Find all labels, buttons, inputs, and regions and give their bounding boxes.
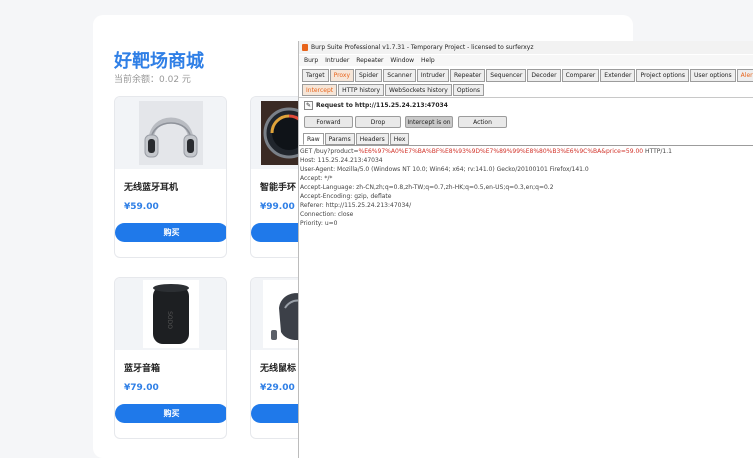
tab-extender[interactable]: Extender <box>600 69 636 82</box>
product-card: 无线蓝牙耳机 ¥59.00 购买 <box>114 96 227 258</box>
menu-window[interactable]: Window <box>390 55 414 66</box>
main-tabs: Target Proxy Spider Scanner Intruder Repeater… <box>302 69 753 82</box>
balance-text: 当前余额：0.02 元 <box>114 75 191 85</box>
proxy-subtabs: Intercept HTTP history WebSockets history O… <box>302 84 485 96</box>
request-target-label: Request to http://115.25.24.213:47034 <box>316 102 448 109</box>
menu-bar: Burp Intruder Repeater Window Help <box>299 55 753 66</box>
tab-user-options[interactable]: User options <box>689 69 736 82</box>
tab-proxy[interactable]: Proxy <box>329 69 354 82</box>
request-editor[interactable]: GET /buy?product=%E6%97%A0%E7%BA%BF%E8%9… <box>299 145 753 458</box>
tab-spider[interactable]: Spider <box>355 69 383 82</box>
tab-comparer[interactable]: Comparer <box>561 69 600 82</box>
tab-scanner[interactable]: Scanner <box>383 69 416 82</box>
burp-titlebar: Burp Suite Professional v1.7.31 - Tempor… <box>299 41 753 54</box>
headphones-image <box>115 97 226 169</box>
divider <box>299 97 753 98</box>
tab-headers[interactable]: Headers <box>355 133 389 145</box>
drop-button[interactable]: Drop <box>355 116 401 128</box>
burp-window: Burp Suite Professional v1.7.31 - Tempor… <box>298 41 753 458</box>
tab-intruder[interactable]: Intruder <box>416 69 449 82</box>
tab-project-options[interactable]: Project options <box>636 69 689 82</box>
tab-sequencer[interactable]: Sequencer <box>486 69 527 82</box>
menu-burp[interactable]: Burp <box>304 55 318 66</box>
forward-button[interactable]: Forward <box>304 116 353 128</box>
product-price: ¥59.00 <box>124 202 159 212</box>
buy-button[interactable]: 购买 <box>115 404 226 423</box>
product-name: 无线蓝牙耳机 <box>124 183 179 193</box>
product-name: 智能手环 <box>260 183 297 193</box>
header-line: Host: 115.25.24.213:47034 <box>300 157 383 164</box>
tab-alerts[interactable]: Alerts <box>736 69 753 82</box>
product-price: ¥99.00 <box>260 202 295 212</box>
tab-params[interactable]: Params <box>324 133 355 145</box>
tab-websockets-history[interactable]: WebSockets history <box>385 84 452 96</box>
page-title: 好靶场商城 <box>114 51 204 72</box>
intercept-toggle-button[interactable]: Intercept is on <box>405 116 453 128</box>
tab-repeater[interactable]: Repeater <box>450 69 486 82</box>
header-line: User-Agent: Mozilla/5.0 (Windows NT 10.0… <box>300 166 589 173</box>
header-line: Connection: close <box>300 211 354 218</box>
request-method-path: GET /buy?product= <box>300 148 359 155</box>
burp-logo-icon <box>302 44 308 51</box>
product-card: SODO 蓝牙音箱 ¥79.00 购买 <box>114 277 227 439</box>
request-line: GET /buy?product=%E6%97%A0%E7%BA%BF%E8%9… <box>300 148 672 155</box>
header-line: Accept-Language: zh-CN,zh;q=0.8,zh-TW;q=… <box>300 184 554 191</box>
menu-repeater[interactable]: Repeater <box>356 55 383 66</box>
tab-options[interactable]: Options <box>452 84 485 96</box>
product-price: ¥79.00 <box>124 383 159 393</box>
pencil-icon[interactable]: ✎ <box>304 101 313 110</box>
request-param-price: &price=59.00 <box>601 148 644 155</box>
header-line: Referer: http://115.25.24.213:47034/ <box>300 202 412 209</box>
product-name: 蓝牙音箱 <box>124 364 161 374</box>
tab-http-history[interactable]: HTTP history <box>338 84 385 96</box>
svg-text:SODO: SODO <box>166 311 173 329</box>
menu-intruder[interactable]: Intruder <box>325 55 349 66</box>
product-price: ¥29.00 <box>260 383 295 393</box>
buy-button[interactable]: 购买 <box>115 223 226 242</box>
tab-raw[interactable]: Raw <box>303 133 324 145</box>
header-line: Accept: */* <box>300 175 333 182</box>
tab-intercept[interactable]: Intercept <box>302 84 338 96</box>
window-title: Burp Suite Professional v1.7.31 - Tempor… <box>311 44 534 51</box>
request-param-encoded: %E6%97%A0%E7%BA%BF%E8%93%9D%E7%89%99%E8%… <box>358 148 602 155</box>
message-view-tabs: Raw Params Headers Hex <box>303 133 410 145</box>
speaker-image: SODO <box>115 278 226 350</box>
action-button[interactable]: Action <box>458 116 507 128</box>
header-line: Priority: u=0 <box>300 220 338 227</box>
request-header-row: ✎ Request to http://115.25.24.213:47034 <box>304 101 448 111</box>
product-name: 无线鼠标 <box>260 364 297 374</box>
tab-target[interactable]: Target <box>302 69 329 82</box>
tab-hex[interactable]: Hex <box>389 133 410 145</box>
tab-decoder[interactable]: Decoder <box>527 69 561 82</box>
request-protocol: HTTP/1.1 <box>643 148 672 155</box>
menu-help[interactable]: Help <box>421 55 435 66</box>
header-line: Accept-Encoding: gzip, deflate <box>300 193 392 200</box>
